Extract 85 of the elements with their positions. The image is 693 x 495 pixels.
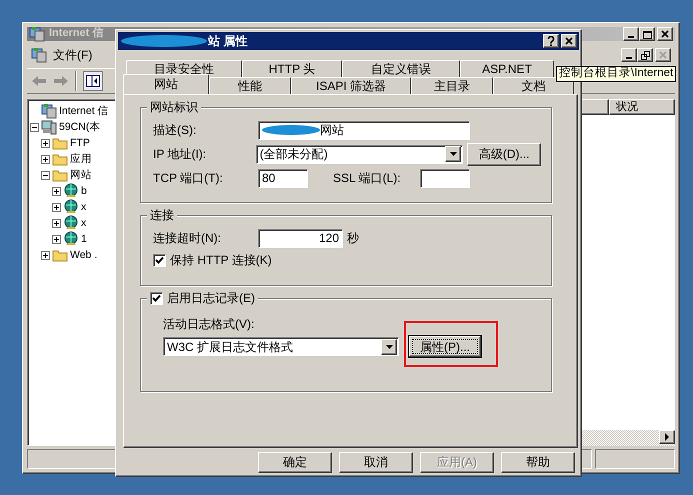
close-button[interactable] <box>655 48 671 62</box>
tree-item[interactable]: b <box>81 184 87 198</box>
tab[interactable]: 网站 <box>123 74 209 94</box>
restore-icon <box>640 50 650 60</box>
collapse-icon[interactable] <box>30 122 39 132</box>
field-label: 连接超时(N): <box>153 230 222 246</box>
window-title: Internet 信 <box>49 27 104 41</box>
tab[interactable]: 性能 <box>209 77 291 94</box>
caret-icon <box>450 152 457 156</box>
minimize-button[interactable] <box>621 48 637 62</box>
tab[interactable]: ISAPI 筛选器 <box>291 77 411 94</box>
tree-item[interactable]: x <box>81 200 86 214</box>
close-icon <box>661 30 669 38</box>
tree-item[interactable]: Web . <box>70 248 98 262</box>
expand-icon[interactable] <box>52 234 61 244</box>
field-label: SSL 端口(L): <box>333 170 402 186</box>
unit-label: 秒 <box>347 230 359 246</box>
app-icon <box>31 47 47 63</box>
tab[interactable]: 主目录 <box>411 77 493 94</box>
expand-icon[interactable] <box>41 138 50 148</box>
scroll-right-button[interactable] <box>659 430 675 444</box>
expand-icon[interactable] <box>41 250 50 260</box>
maximize-button[interactable] <box>639 27 655 41</box>
close-icon <box>565 37 573 45</box>
minimize-button[interactable] <box>623 27 639 41</box>
computer-icon <box>41 119 57 135</box>
console-icon <box>41 103 57 119</box>
tree-item[interactable]: Internet 信 <box>59 104 109 118</box>
right-arrow-icon <box>664 433 670 441</box>
checkbox-label[interactable]: 保持 HTTP 连接(K) <box>170 253 272 268</box>
tooltip: 控制台根目录\Internet <box>556 66 676 82</box>
globe-icon <box>63 231 79 247</box>
tree-item[interactable]: 1 <box>81 232 87 246</box>
redaction-blur <box>262 124 320 136</box>
dropdown-button[interactable] <box>381 338 397 355</box>
maximize-icon <box>642 30 652 38</box>
field-label: 描述(S): <box>153 122 198 138</box>
dialog-button[interactable]: 确定 <box>258 452 332 473</box>
expand-icon[interactable] <box>41 154 50 164</box>
dropdown-button[interactable] <box>445 146 462 162</box>
close-button[interactable] <box>561 34 577 48</box>
tree-item[interactable]: 网站 <box>70 168 92 182</box>
app-icon <box>29 26 45 42</box>
field-label: 活动日志格式(V): <box>163 317 254 332</box>
field-label: IP 地址(I): <box>153 146 208 162</box>
menu-item[interactable]: 文件(F) <box>53 48 92 62</box>
tab[interactable]: 文档 <box>493 77 574 94</box>
field-label: TCP 端口(T): <box>153 170 224 186</box>
help-icon <box>547 36 555 46</box>
tab[interactable]: 自定义错误 <box>342 60 460 77</box>
caret-icon <box>386 344 392 349</box>
ssl-port-field[interactable] <box>420 168 470 188</box>
close-icon <box>659 51 667 59</box>
properties-button[interactable]: 属性(P)... <box>408 335 482 358</box>
globe-icon <box>63 183 79 199</box>
tree-item[interactable]: FTP <box>70 136 90 150</box>
checkbox[interactable] <box>150 292 163 305</box>
help-button[interactable] <box>543 34 559 48</box>
tcp-port-field[interactable]: 80 <box>258 168 308 188</box>
description-field[interactable]: 网站 <box>258 120 470 140</box>
expand-icon[interactable] <box>52 186 61 196</box>
tab[interactable]: ASP.NET <box>460 60 554 77</box>
dialog-title: 站 属性 <box>208 34 248 48</box>
tree-item[interactable]: 59CN(本 <box>59 120 100 134</box>
ip-dropdown[interactable]: (全部未分配) <box>256 144 464 164</box>
tree-item[interactable]: 应用 <box>70 152 92 166</box>
dialog-button[interactable]: 帮助 <box>501 452 575 473</box>
globe-icon <box>63 199 79 215</box>
group-title: 连接 <box>147 208 177 222</box>
expand-icon[interactable] <box>52 202 61 212</box>
column-header[interactable]: 状况 <box>609 99 675 115</box>
tree-toggle-icon[interactable] <box>83 71 103 91</box>
tab[interactable]: HTTP 头 <box>242 60 342 77</box>
advanced-button[interactable]: 高级(D)... <box>467 142 541 166</box>
dialog-button[interactable]: 取消 <box>339 452 413 473</box>
expand-icon[interactable] <box>52 218 61 228</box>
checkbox[interactable] <box>153 254 166 267</box>
globe-icon <box>63 215 79 231</box>
group-title: 网站标识 <box>147 100 201 114</box>
restore-button[interactable] <box>637 48 653 62</box>
close-button[interactable] <box>657 27 673 41</box>
collapse-icon[interactable] <box>41 170 50 180</box>
log-format-dropdown[interactable]: W3C 扩展日志文件格式 <box>163 337 399 356</box>
timeout-field[interactable]: 120 <box>258 228 343 248</box>
tree-item[interactable]: x <box>81 216 86 230</box>
